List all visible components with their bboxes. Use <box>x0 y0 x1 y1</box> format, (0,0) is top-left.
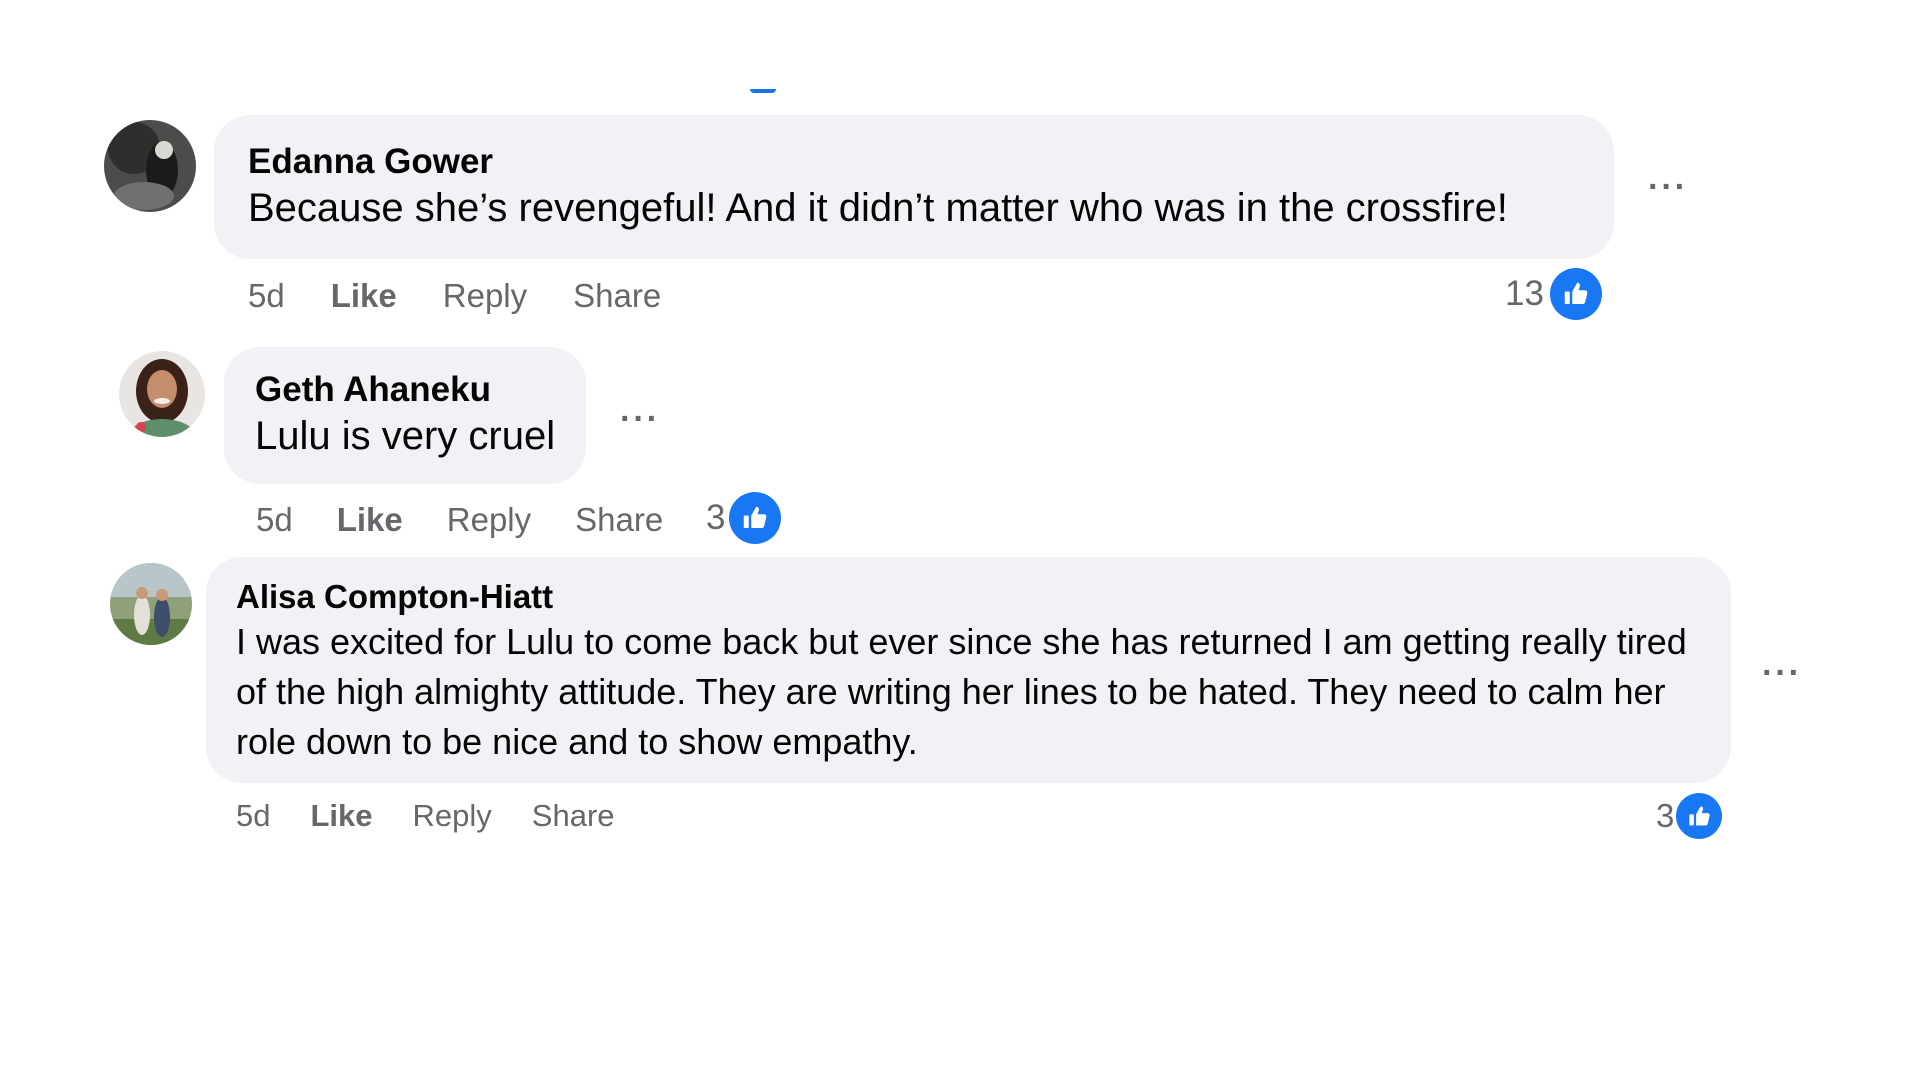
thumbs-up-icon <box>1549 268 1602 320</box>
reply-button[interactable]: Reply <box>447 500 531 540</box>
share-button[interactable]: Share <box>575 500 663 540</box>
avatar-image <box>110 563 192 645</box>
reaction-summary[interactable]: 13 <box>1505 268 1602 320</box>
thumbs-up-icon <box>729 492 782 544</box>
more-options-icon[interactable]: ··· <box>1648 170 1688 204</box>
share-button[interactable]: Share <box>573 276 661 316</box>
avatar[interactable] <box>110 563 192 645</box>
reaction-count: 3 <box>1656 797 1675 834</box>
comment-author[interactable]: Geth Ahaneku <box>255 369 586 411</box>
avatar-image <box>119 351 205 437</box>
reaction-count: 3 <box>706 498 726 537</box>
comment-text: I was excited for Lulu to come back but … <box>236 621 1687 762</box>
comment-timestamp[interactable]: 5d <box>236 797 270 835</box>
comment-text: Lulu is very cruel <box>255 414 556 458</box>
like-button[interactable]: Like <box>310 797 372 835</box>
avatar-image <box>104 120 196 212</box>
comment-timestamp[interactable]: 5d <box>248 276 285 316</box>
comment-author[interactable]: Edanna Gower <box>248 141 1614 183</box>
avatar[interactable] <box>119 351 205 437</box>
scroll-indicator <box>750 89 776 93</box>
share-button[interactable]: Share <box>532 797 615 835</box>
comment-author[interactable]: Alisa Compton-Hiatt <box>236 577 1701 617</box>
like-button[interactable]: Like <box>331 276 397 316</box>
reply-button[interactable]: Reply <box>443 276 527 316</box>
reply-button[interactable]: Reply <box>413 797 492 835</box>
reaction-summary[interactable]: 3 <box>1656 793 1723 839</box>
comment-text: Because she’s revengeful! And it didn’t … <box>248 186 1508 230</box>
comment-timestamp[interactable]: 5d <box>256 500 293 540</box>
like-button[interactable]: Like <box>337 500 403 540</box>
comment-bubble: Edanna Gower Because she’s revengeful! A… <box>214 115 1614 259</box>
comment-actions: 5d Like Reply Share <box>256 500 663 540</box>
reaction-count: 13 <box>1505 274 1544 313</box>
reaction-summary[interactable]: 3 <box>706 492 782 544</box>
comment-actions: 5d Like Reply Share <box>236 797 615 835</box>
avatar[interactable] <box>104 120 196 212</box>
thumbs-up-icon <box>1676 793 1723 839</box>
more-options-icon[interactable]: ··· <box>620 402 660 436</box>
more-options-icon[interactable]: ··· <box>1762 656 1802 690</box>
comment-actions: 5d Like Reply Share <box>248 276 661 316</box>
comment-bubble: Alisa Compton-Hiatt I was excited for Lu… <box>206 557 1731 783</box>
comment-bubble: Geth Ahaneku Lulu is very cruel <box>224 347 586 484</box>
